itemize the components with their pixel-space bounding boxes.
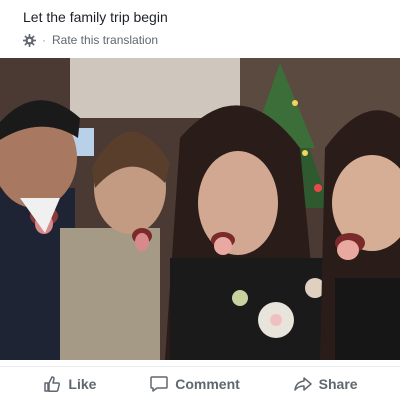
post-photo[interactable] [0, 58, 400, 360]
rate-translation-link[interactable]: Rate this translation [52, 33, 158, 47]
gear-icon[interactable] [23, 33, 36, 47]
comment-label: Comment [175, 375, 240, 392]
separator-dot: · [42, 33, 46, 47]
post-text: Let the family trip begin [23, 9, 168, 25]
share-label: Share [318, 375, 358, 392]
comment-icon [149, 374, 169, 394]
photo-image [0, 58, 400, 360]
thumbs-up-icon [42, 374, 62, 394]
share-icon [293, 374, 313, 394]
like-button[interactable]: Like [42, 374, 96, 394]
like-label: Like [68, 375, 97, 392]
comment-button[interactable]: Comment [149, 374, 240, 394]
post-action-bar: Like Comment Share [0, 366, 400, 400]
facebook-post: Let the family trip begin · Rate this tr… [0, 0, 400, 400]
share-button[interactable]: Share [293, 374, 358, 394]
translation-row: · Rate this translation [23, 31, 158, 49]
